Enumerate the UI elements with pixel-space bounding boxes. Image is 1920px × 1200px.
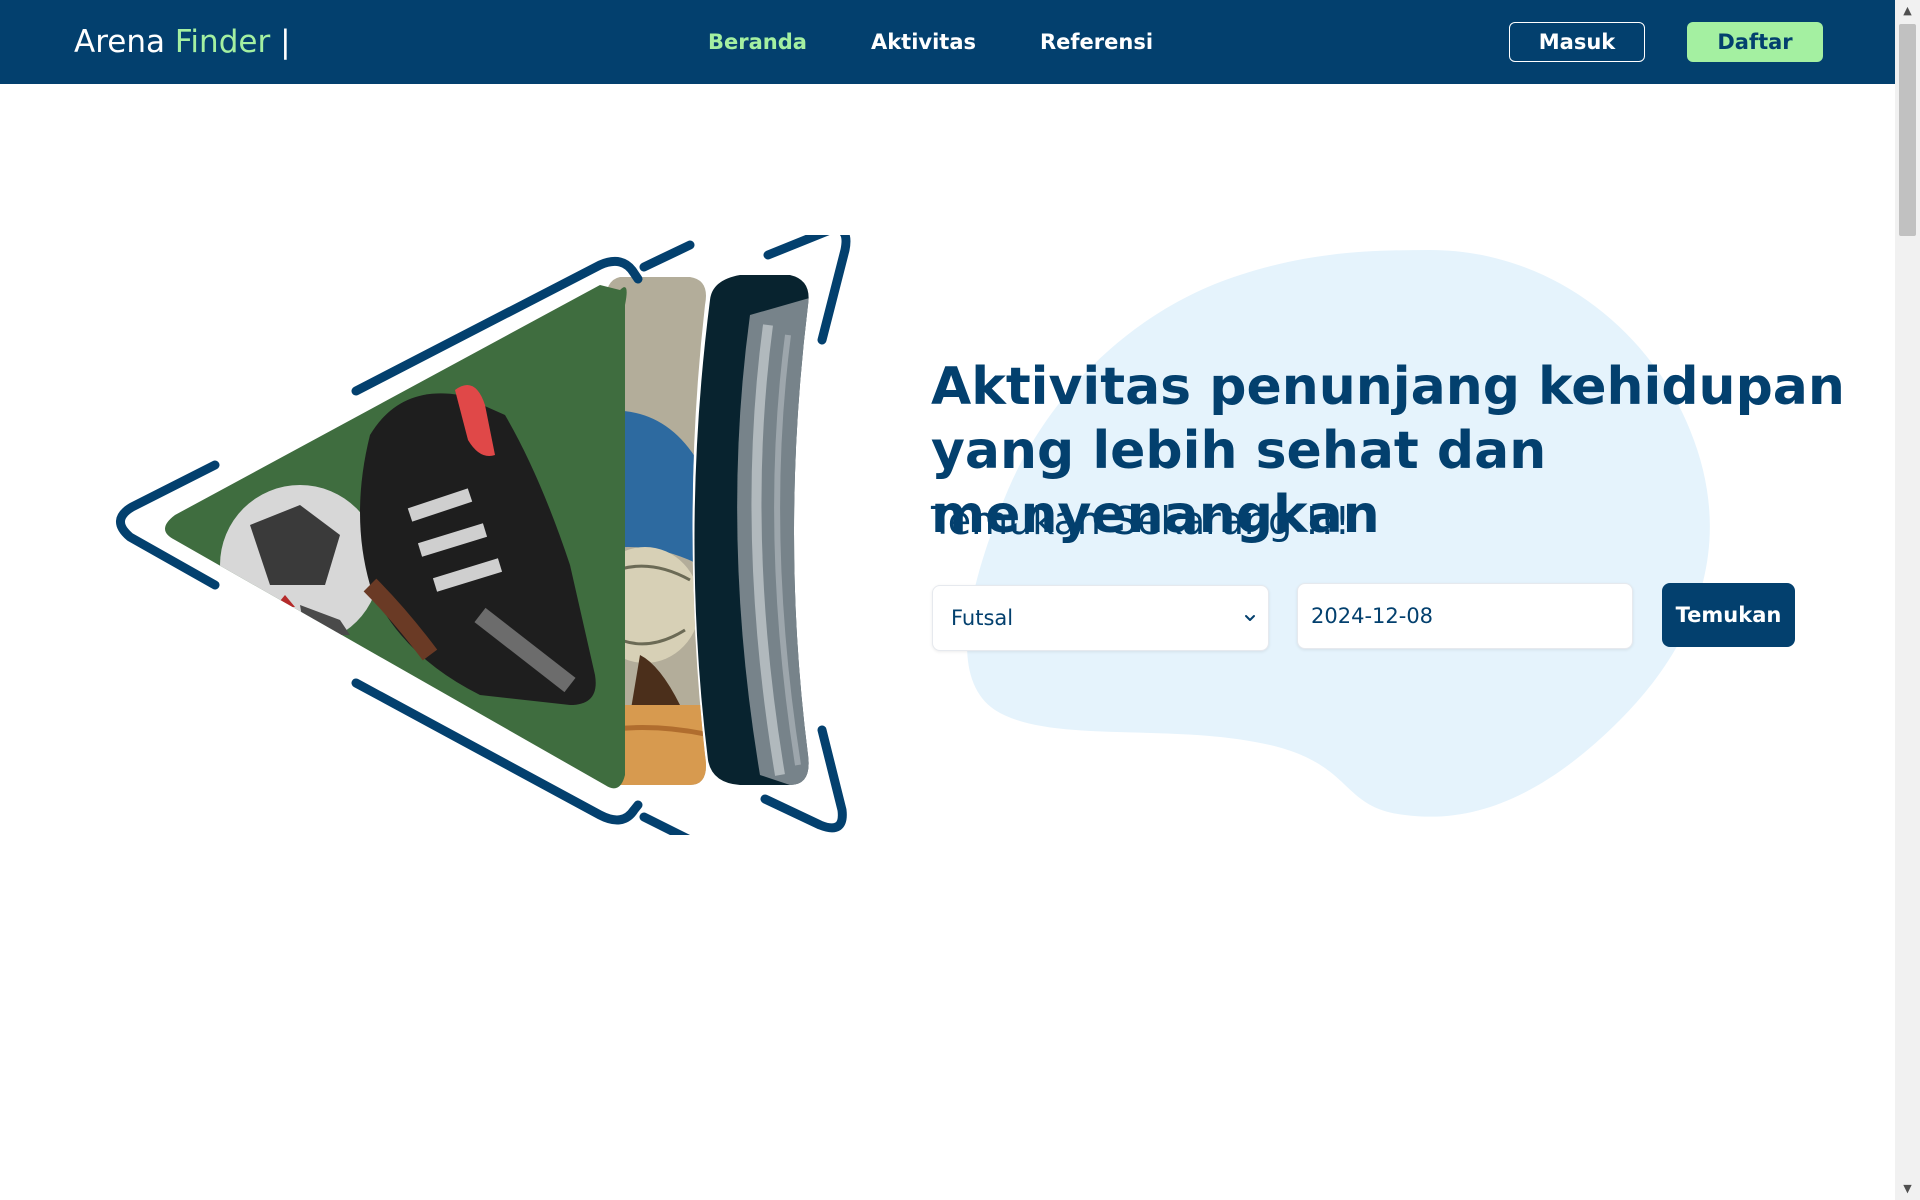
nav-link-aktivitas[interactable]: Aktivitas xyxy=(871,29,976,57)
scroll-up-icon[interactable]: ▲ xyxy=(1895,0,1920,22)
sports-collage-image xyxy=(116,235,851,835)
scroll-thumb[interactable] xyxy=(1899,24,1916,236)
page-scrollbar[interactable]: ▲ ▼ xyxy=(1895,0,1920,1200)
hero-subtitle: Temukan Sekarang !!! xyxy=(931,499,1351,543)
sport-select-value: Futsal xyxy=(951,606,1014,630)
search-button[interactable]: Temukan xyxy=(1662,583,1795,647)
date-input[interactable]: 2024-12-08 xyxy=(1297,583,1633,649)
chevron-down-icon xyxy=(1245,615,1255,621)
register-button[interactable]: Daftar xyxy=(1687,22,1823,62)
main-nav: Beranda Aktivitas Referensi xyxy=(708,29,1217,57)
brand-name: Arena xyxy=(74,24,165,60)
navbar: Arena Finder | Beranda Aktivitas Referen… xyxy=(0,0,1895,84)
login-button[interactable]: Masuk xyxy=(1509,22,1645,62)
nav-link-beranda[interactable]: Beranda xyxy=(708,29,807,57)
date-input-value: 2024-12-08 xyxy=(1311,604,1434,628)
nav-link-referensi[interactable]: Referensi xyxy=(1040,29,1153,57)
sport-select[interactable]: Futsal xyxy=(932,585,1269,651)
scroll-down-icon[interactable]: ▼ xyxy=(1895,1178,1920,1200)
brand-cursor: | xyxy=(280,24,291,60)
page: Arena Finder | Beranda Aktivitas Referen… xyxy=(0,0,1920,1200)
brand-logo[interactable]: Arena Finder | xyxy=(74,22,291,62)
brand-accent: Finder xyxy=(174,24,271,60)
